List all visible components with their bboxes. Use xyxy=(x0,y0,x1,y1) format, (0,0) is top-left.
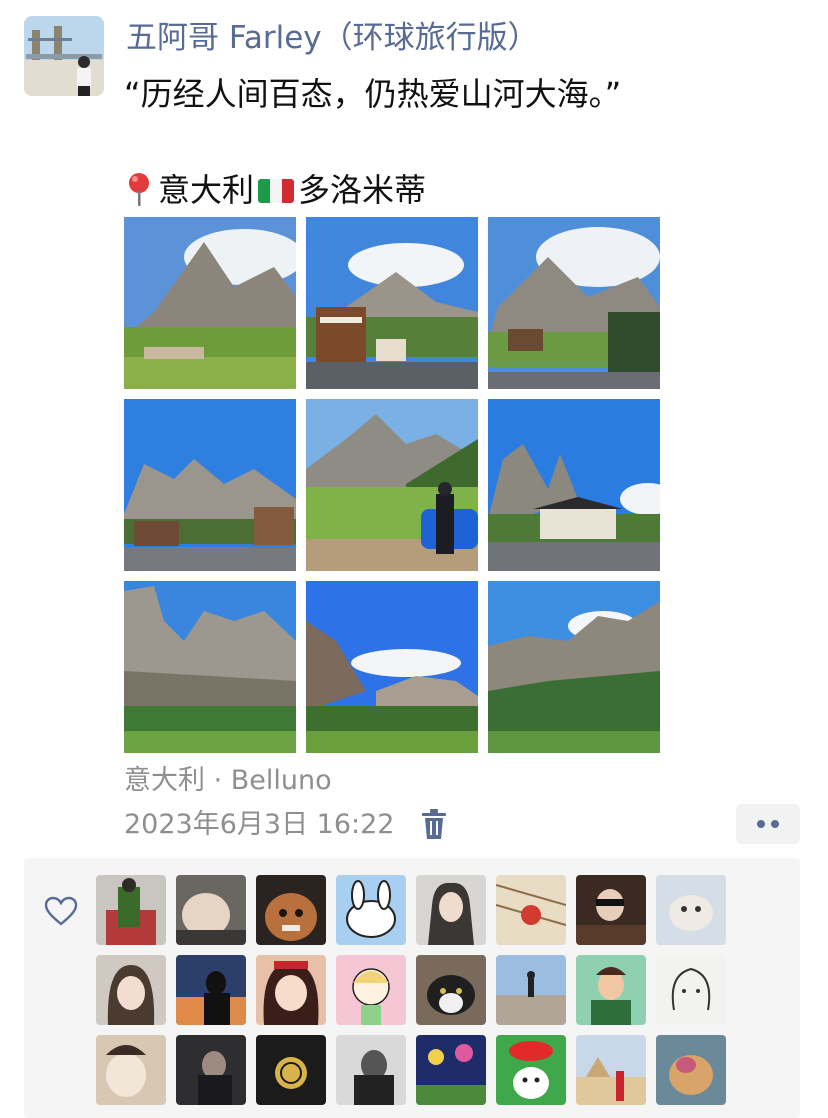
likes-panel xyxy=(24,858,800,1118)
trash-icon[interactable] xyxy=(420,808,448,840)
location-country: 意大利 xyxy=(158,171,255,209)
italy-flag-icon xyxy=(258,179,295,203)
post-caption: “历经人间百态，仍热爱山河大海。” xyxy=(124,75,622,113)
liker-avatar[interactable] xyxy=(336,1035,406,1105)
liker-avatar[interactable] xyxy=(496,875,566,945)
more-dots-icon xyxy=(757,820,765,828)
liker-avatar[interactable] xyxy=(96,955,166,1025)
photo-1[interactable] xyxy=(124,217,296,389)
more-button[interactable] xyxy=(736,804,800,844)
liker-avatar[interactable] xyxy=(176,955,246,1025)
photo-2[interactable] xyxy=(306,217,478,389)
liker-avatar[interactable] xyxy=(496,1035,566,1105)
liker-avatar[interactable] xyxy=(656,955,726,1025)
liker-avatar[interactable] xyxy=(176,875,246,945)
post-timestamp: 2023年6月3日 16:22 xyxy=(124,809,395,840)
liker-avatar[interactable] xyxy=(256,1035,326,1105)
liker-avatar[interactable] xyxy=(416,1035,486,1105)
liker-avatar[interactable] xyxy=(96,875,166,945)
photo-9[interactable] xyxy=(488,581,660,753)
photo-grid xyxy=(124,217,660,753)
liker-avatar[interactable] xyxy=(336,955,406,1025)
liker-avatar[interactable] xyxy=(496,955,566,1025)
author-avatar[interactable] xyxy=(24,16,104,96)
liker-avatar[interactable] xyxy=(576,955,646,1025)
photo-7[interactable] xyxy=(124,581,296,753)
liker-avatar[interactable] xyxy=(176,1035,246,1105)
liker-avatar[interactable] xyxy=(256,955,326,1025)
liker-avatar[interactable] xyxy=(576,875,646,945)
liker-avatar[interactable] xyxy=(416,955,486,1025)
post-place[interactable]: 意大利 · Belluno xyxy=(124,762,332,800)
heart-icon xyxy=(44,896,78,926)
post-text: “历经人间百态，仍热爱山河大海。” 意大利 多洛米蒂 xyxy=(124,70,804,214)
liker-avatar[interactable] xyxy=(416,875,486,945)
liker-avatar[interactable] xyxy=(576,1035,646,1105)
author-name[interactable]: 五阿哥 Farley（环球旅行版） xyxy=(126,18,539,58)
photo-3[interactable] xyxy=(488,217,660,389)
liker-avatar[interactable] xyxy=(656,875,726,945)
liker-avatar[interactable] xyxy=(336,875,406,945)
liker-avatar[interactable] xyxy=(656,1035,726,1105)
post-location-tag: 意大利 多洛米蒂 xyxy=(124,166,804,214)
more-dots-icon xyxy=(771,820,779,828)
photo-5[interactable] xyxy=(306,399,478,571)
photo-4[interactable] xyxy=(124,399,296,571)
liker-avatar[interactable] xyxy=(256,875,326,945)
photo-6[interactable] xyxy=(488,399,660,571)
red-pin-icon xyxy=(129,173,149,206)
location-region: 多洛米蒂 xyxy=(298,171,427,209)
liker-avatar[interactable] xyxy=(96,1035,166,1105)
photo-8[interactable] xyxy=(306,581,478,753)
